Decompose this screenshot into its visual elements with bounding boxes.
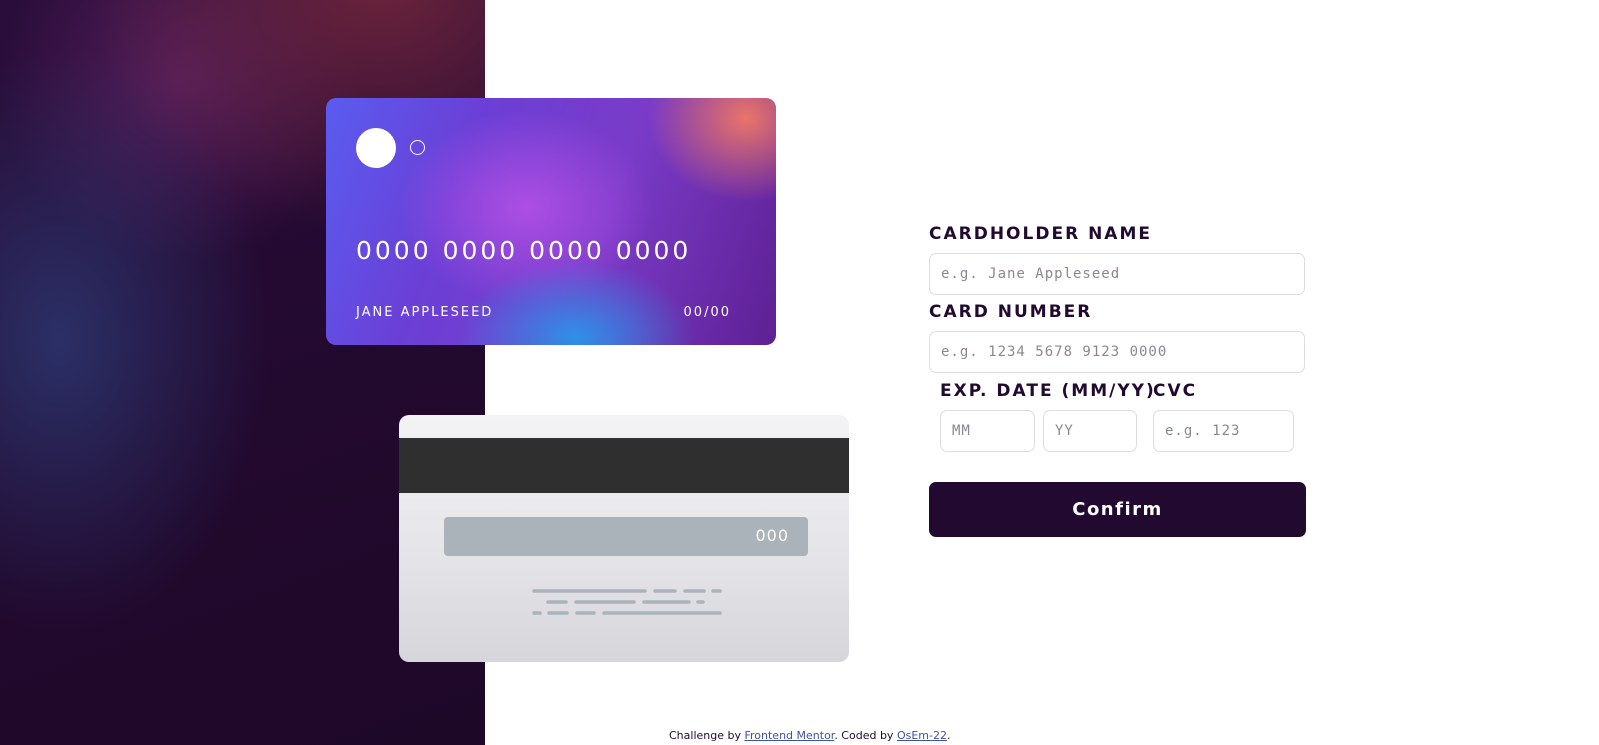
card-holder-display: JANE APPLESEED [356,305,494,320]
expiry-date-label: EXP. DATE (MM/YY) [940,381,1156,401]
expiry-year-input[interactable] [1043,410,1137,452]
attribution-footer: Challenge by Frontend Mentor. Coded by O… [669,729,950,742]
card-cvc-display: 000 [755,526,789,545]
card-number-label: CARD NUMBER [929,302,1093,322]
frontend-mentor-link[interactable]: Frontend Mentor [744,729,834,742]
expiry-month-input[interactable] [940,410,1035,452]
cardholder-name-label: CARDHOLDER NAME [929,224,1152,244]
card-back: 000 [399,415,849,662]
card-back-decoration [532,589,722,615]
footer-middle: . Coded by [834,729,894,742]
magnetic-strip [399,438,849,493]
card-logo-large-circle-icon [356,128,396,168]
card-logo-small-circle-icon [410,140,425,155]
card-expiry-display: 00/00 [683,305,731,320]
author-link[interactable]: OsEm-22 [897,729,947,742]
card-number-display: 0000 0000 0000 0000 [356,236,692,265]
cardholder-name-input[interactable] [929,253,1305,295]
cvc-label: CVC [1153,381,1198,401]
card-front: 0000 0000 0000 0000 JANE APPLESEED 00/00 [326,98,776,345]
footer-prefix: Challenge by [669,729,741,742]
confirm-button[interactable]: Confirm [929,482,1306,537]
footer-suffix: . [946,729,951,742]
card-number-input[interactable] [929,331,1305,373]
cvc-strip: 000 [444,517,808,556]
cvc-input[interactable] [1153,410,1294,452]
page: 0000 0000 0000 0000 JANE APPLESEED 00/00… [0,0,1599,745]
